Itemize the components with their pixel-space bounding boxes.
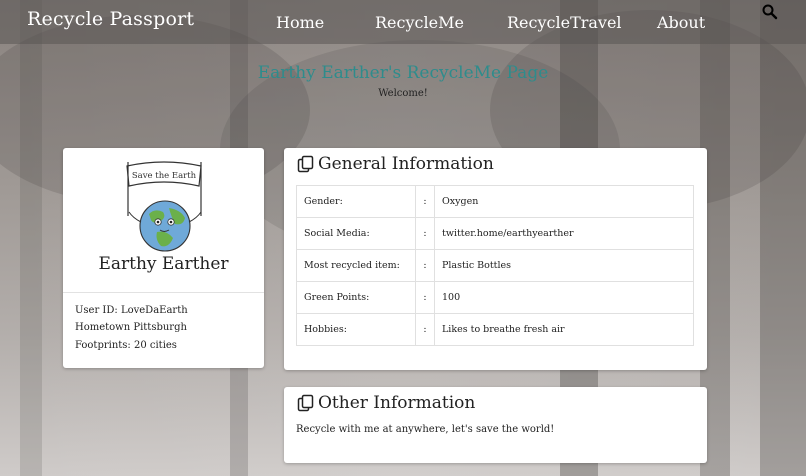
page-title: Earthy Earther's RecycleMe Page — [257, 63, 549, 83]
copy-icon — [297, 394, 314, 412]
nav-home[interactable]: Home — [276, 13, 324, 32]
nav-recycleme[interactable]: RecycleMe — [375, 13, 464, 32]
nav-recycletravel[interactable]: RecycleTravel — [507, 13, 622, 32]
nav-about[interactable]: About — [657, 13, 705, 32]
footprints-text: Footprints: 20 cities — [75, 340, 177, 351]
general-information-card: General Information Gender: : Oxygen Soc… — [284, 148, 707, 370]
row-label: Green Points: — [296, 281, 416, 314]
table-row: Gender: : Oxygen — [296, 185, 694, 218]
row-value: Oxygen — [434, 185, 694, 218]
row-label: Gender: — [296, 185, 416, 218]
row-label: Most recycled item: — [296, 249, 416, 282]
row-separator: : — [415, 249, 435, 282]
brand-logo-text[interactable]: Recycle Passport — [27, 8, 194, 30]
general-information-table: Gender: : Oxygen Social Media: : twitter… — [296, 185, 694, 346]
other-information-card: Other Information Recycle with me at any… — [284, 387, 707, 463]
logo-banner-text: Save the Earth — [132, 171, 197, 181]
top-navbar: Recycle Passport Home RecycleMe RecycleT… — [0, 0, 806, 44]
divider — [63, 292, 264, 293]
row-label: Hobbies: — [296, 313, 416, 346]
hometown-text: Hometown Pittsburgh — [75, 322, 187, 333]
other-information-title: Other Information — [318, 393, 476, 413]
general-information-header: General Information — [297, 154, 494, 174]
row-separator: : — [415, 281, 435, 314]
profile-name: Earthy Earther — [98, 254, 229, 274]
other-information-text: Recycle with me at anywhere, let's save … — [296, 424, 555, 435]
row-value: twitter.home/earthyearther — [434, 217, 694, 250]
welcome-text: Welcome! — [378, 88, 428, 99]
profile-card: Save the Earth Earthy Earther User ID: L… — [63, 148, 264, 368]
earth-logo: Save the Earth — [126, 161, 202, 252]
row-separator: : — [415, 217, 435, 250]
copy-icon — [297, 155, 314, 173]
row-value: 100 — [434, 281, 694, 314]
search-icon[interactable] — [761, 3, 779, 21]
user-id-text: User ID: LoveDaEarth — [75, 305, 188, 316]
row-value: Likes to breathe fresh air — [434, 313, 694, 346]
row-separator: : — [415, 313, 435, 346]
table-row: Most recycled item: : Plastic Bottles — [296, 249, 694, 282]
other-information-header: Other Information — [297, 393, 475, 413]
table-row: Social Media: : twitter.home/earthyearth… — [296, 217, 694, 250]
row-label: Social Media: — [296, 217, 416, 250]
row-value: Plastic Bottles — [434, 249, 694, 282]
general-information-title: General Information — [318, 154, 494, 174]
table-row: Hobbies: : Likes to breathe fresh air — [296, 313, 694, 346]
row-separator: : — [415, 185, 435, 218]
table-row: Green Points: : 100 — [296, 281, 694, 314]
